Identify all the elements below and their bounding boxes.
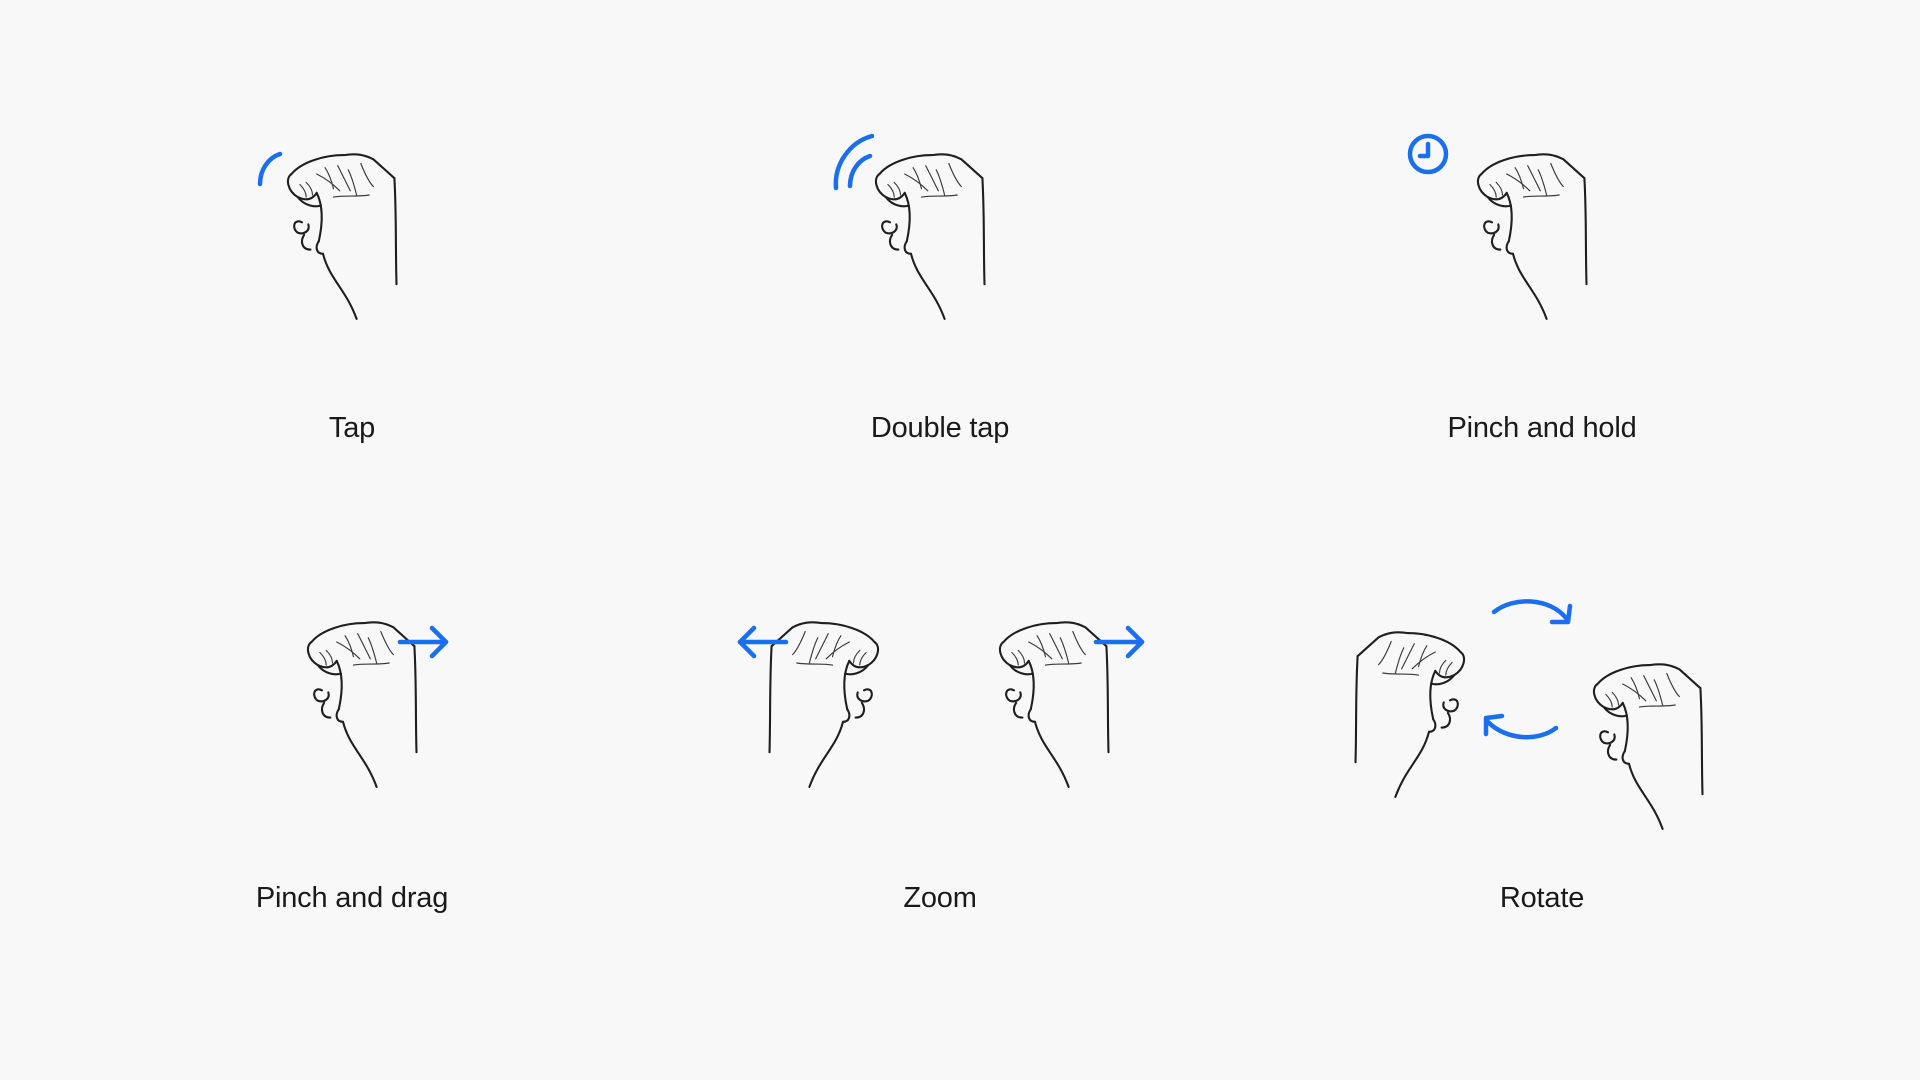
clock-icon (1407, 133, 1449, 175)
gesture-label-double-tap: Double tap (870, 412, 1010, 444)
hand-pinch-icon (306, 621, 418, 788)
gesture-label-tap: Tap (328, 412, 376, 444)
gesture-pinch-and-drag: Pinch and drag (112, 560, 592, 960)
arrow-right-icon (397, 625, 449, 659)
gesture-label-pinch-and-drag: Pinch and drag (255, 882, 449, 914)
gesture-double-tap: Double tap (700, 90, 1180, 490)
gesture-rotate: Rotate (1302, 560, 1782, 960)
gesture-label-zoom: Zoom (903, 882, 977, 914)
gesture-label-rotate: Rotate (1499, 882, 1585, 914)
hand-pinch-icon (1592, 663, 1704, 830)
hand-pinch-icon (998, 621, 1110, 788)
arrow-left-icon (737, 625, 789, 659)
rotate-arrows-icon (1483, 599, 1573, 740)
hand-pinch-mirrored-icon (1354, 631, 1466, 798)
hand-pinch-icon (874, 153, 986, 320)
tap-wave-double-icon (833, 133, 875, 191)
gesture-pinch-and-hold: Pinch and hold (1302, 90, 1782, 490)
gesture-tap: Tap (112, 90, 592, 490)
gesture-zoom: Zoom (700, 560, 1180, 960)
arrow-right-icon (1093, 625, 1145, 659)
hand-pinch-icon (1476, 153, 1588, 320)
hand-pinch-icon (286, 153, 398, 320)
gesture-label-pinch-and-hold: Pinch and hold (1447, 412, 1637, 444)
tap-wave-single-icon (257, 151, 283, 187)
hand-pinch-mirrored-icon (768, 621, 880, 788)
